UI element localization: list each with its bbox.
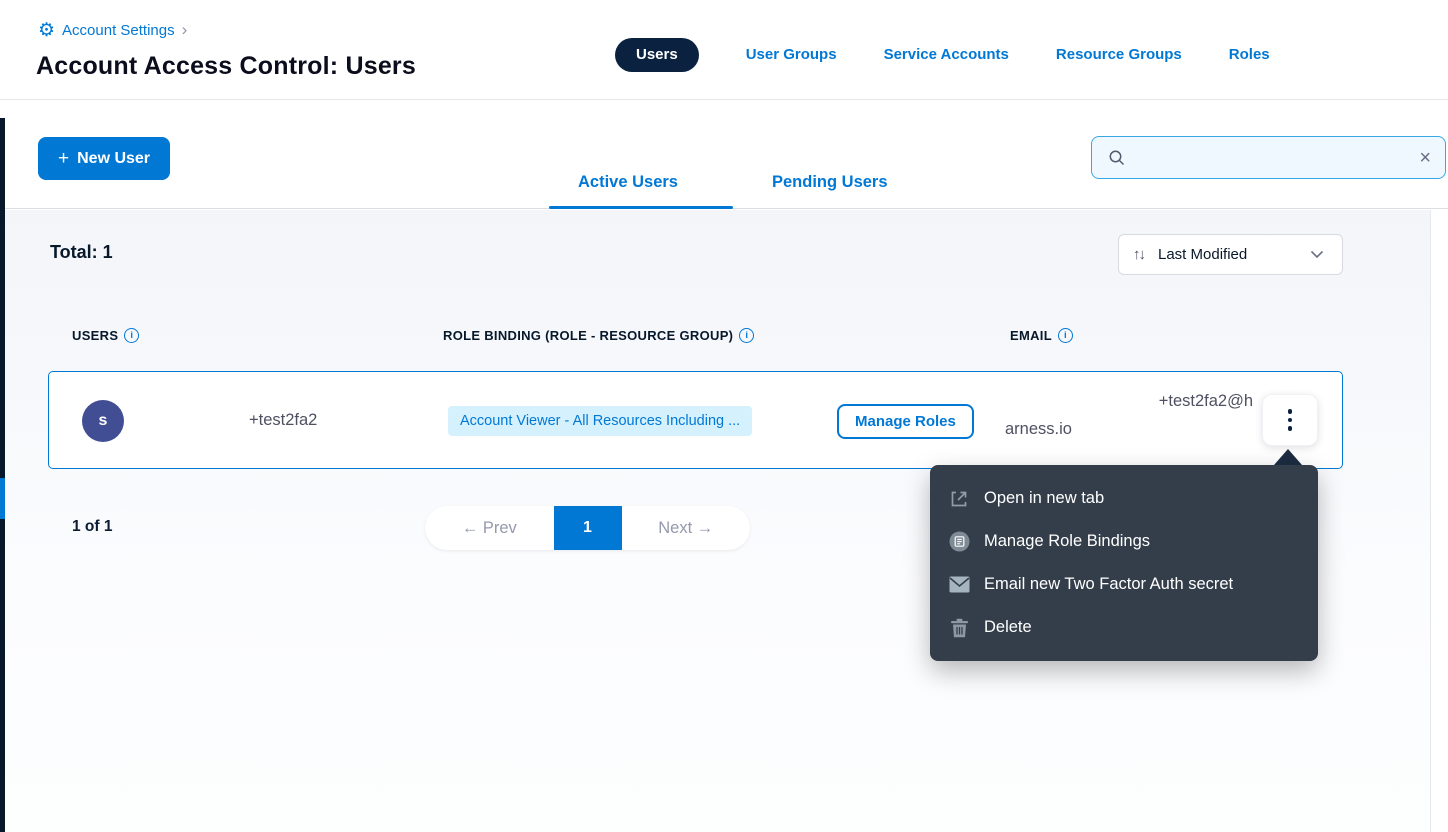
search-icon [1106, 147, 1128, 169]
kebab-dot [1288, 426, 1293, 431]
close-icon[interactable]: × [1419, 148, 1431, 168]
column-header-email: EMAIL i [1010, 328, 1073, 343]
nav-tab-service-accounts[interactable]: Service Accounts [884, 46, 1009, 63]
user-email-line1: +test2fa2@h [1005, 387, 1253, 415]
pagination: ← Prev 1 Next → [425, 506, 750, 550]
sort-dropdown-value: Last Modified [1154, 246, 1296, 263]
email-icon [948, 574, 970, 596]
trash-icon [948, 617, 970, 639]
breadcrumb-account-settings-link[interactable]: Account Settings [62, 22, 175, 39]
tab-pending-users[interactable]: Pending Users [772, 173, 888, 192]
kebab-dot [1288, 409, 1293, 414]
user-name: +test2fa2 [249, 411, 317, 430]
search-box[interactable]: × [1091, 136, 1446, 179]
breadcrumb[interactable]: ⚙ Account Settings › [38, 20, 187, 40]
menu-item-label: Email new Two Factor Auth secret [984, 575, 1233, 594]
user-email: +test2fa2@h arness.io [1005, 387, 1253, 443]
prev-page-button[interactable]: ← Prev [425, 506, 554, 550]
current-page-button[interactable]: 1 [554, 506, 622, 550]
nav-tab-roles[interactable]: Roles [1229, 46, 1270, 63]
context-menu-caret [1274, 449, 1302, 465]
info-icon[interactable]: i [1058, 328, 1073, 343]
sort-dropdown[interactable]: ↑↓ Last Modified [1118, 234, 1343, 275]
gear-icon: ⚙ [38, 21, 55, 40]
info-icon[interactable]: i [739, 328, 754, 343]
column-header-users: USERS i [72, 328, 139, 343]
info-icon[interactable]: i [124, 328, 139, 343]
tab-active-users[interactable]: Active Users [578, 173, 678, 192]
column-header-email-label: EMAIL [1010, 328, 1052, 343]
next-page-button[interactable]: Next → [622, 506, 751, 550]
chevron-down-icon [1306, 244, 1328, 266]
plus-icon: + [58, 148, 69, 170]
menu-item-label: Delete [984, 618, 1032, 637]
page-header: ⚙ Account Settings › Account Access Cont… [0, 0, 1448, 100]
row-context-menu: Open in new tab Manage Role Bindings [930, 465, 1318, 661]
role-bindings-icon [948, 531, 970, 553]
account-access-control-page: ⚙ Account Settings › Account Access Cont… [0, 0, 1448, 832]
search-input[interactable] [1138, 149, 1409, 166]
menu-item-delete[interactable]: Delete [930, 606, 1318, 649]
kebab-dot [1288, 418, 1293, 423]
total-count-label: Total: 1 [50, 242, 113, 263]
chevron-right-icon: › [182, 20, 188, 40]
menu-item-label: Manage Role Bindings [984, 532, 1150, 551]
right-gutter [1430, 210, 1448, 832]
pagination-summary: 1 of 1 [72, 518, 112, 536]
page-title: Account Access Control: Users [36, 52, 416, 81]
nav-tab-user-groups[interactable]: User Groups [746, 46, 837, 63]
row-options-button[interactable] [1262, 394, 1318, 446]
open-in-new-tab-icon [948, 488, 970, 510]
role-binding-chip[interactable]: Account Viewer - All Resources Including… [448, 406, 752, 436]
menu-item-manage-role-bindings[interactable]: Manage Role Bindings [930, 520, 1318, 563]
sort-order-icon: ↑↓ [1133, 246, 1144, 263]
avatar: s [82, 400, 124, 442]
column-header-role-binding-label: ROLE BINDING (ROLE - RESOURCE GROUP) [443, 328, 733, 343]
menu-item-label: Open in new tab [984, 489, 1104, 508]
manage-roles-button[interactable]: Manage Roles [837, 404, 974, 439]
nav-tab-users[interactable]: Users [615, 38, 699, 72]
top-nav: Users User Groups Service Accounts Resou… [615, 37, 1270, 72]
active-tab-underline [549, 206, 733, 209]
user-row[interactable]: s +test2fa2 Account Viewer - All Resourc… [48, 371, 1343, 469]
column-header-users-label: USERS [72, 328, 118, 343]
menu-item-open-in-new-tab[interactable]: Open in new tab [930, 477, 1318, 520]
nav-tab-resource-groups[interactable]: Resource Groups [1056, 46, 1182, 63]
column-header-role-binding: ROLE BINDING (ROLE - RESOURCE GROUP) i [443, 328, 754, 343]
menu-item-email-2fa-secret[interactable]: Email new Two Factor Auth secret [930, 563, 1318, 606]
new-user-button[interactable]: + New User [38, 137, 170, 180]
user-email-line2: arness.io [1005, 415, 1253, 443]
new-user-button-label: New User [77, 150, 150, 168]
toolbar: + New User Active Users Pending Users × [0, 101, 1448, 209]
